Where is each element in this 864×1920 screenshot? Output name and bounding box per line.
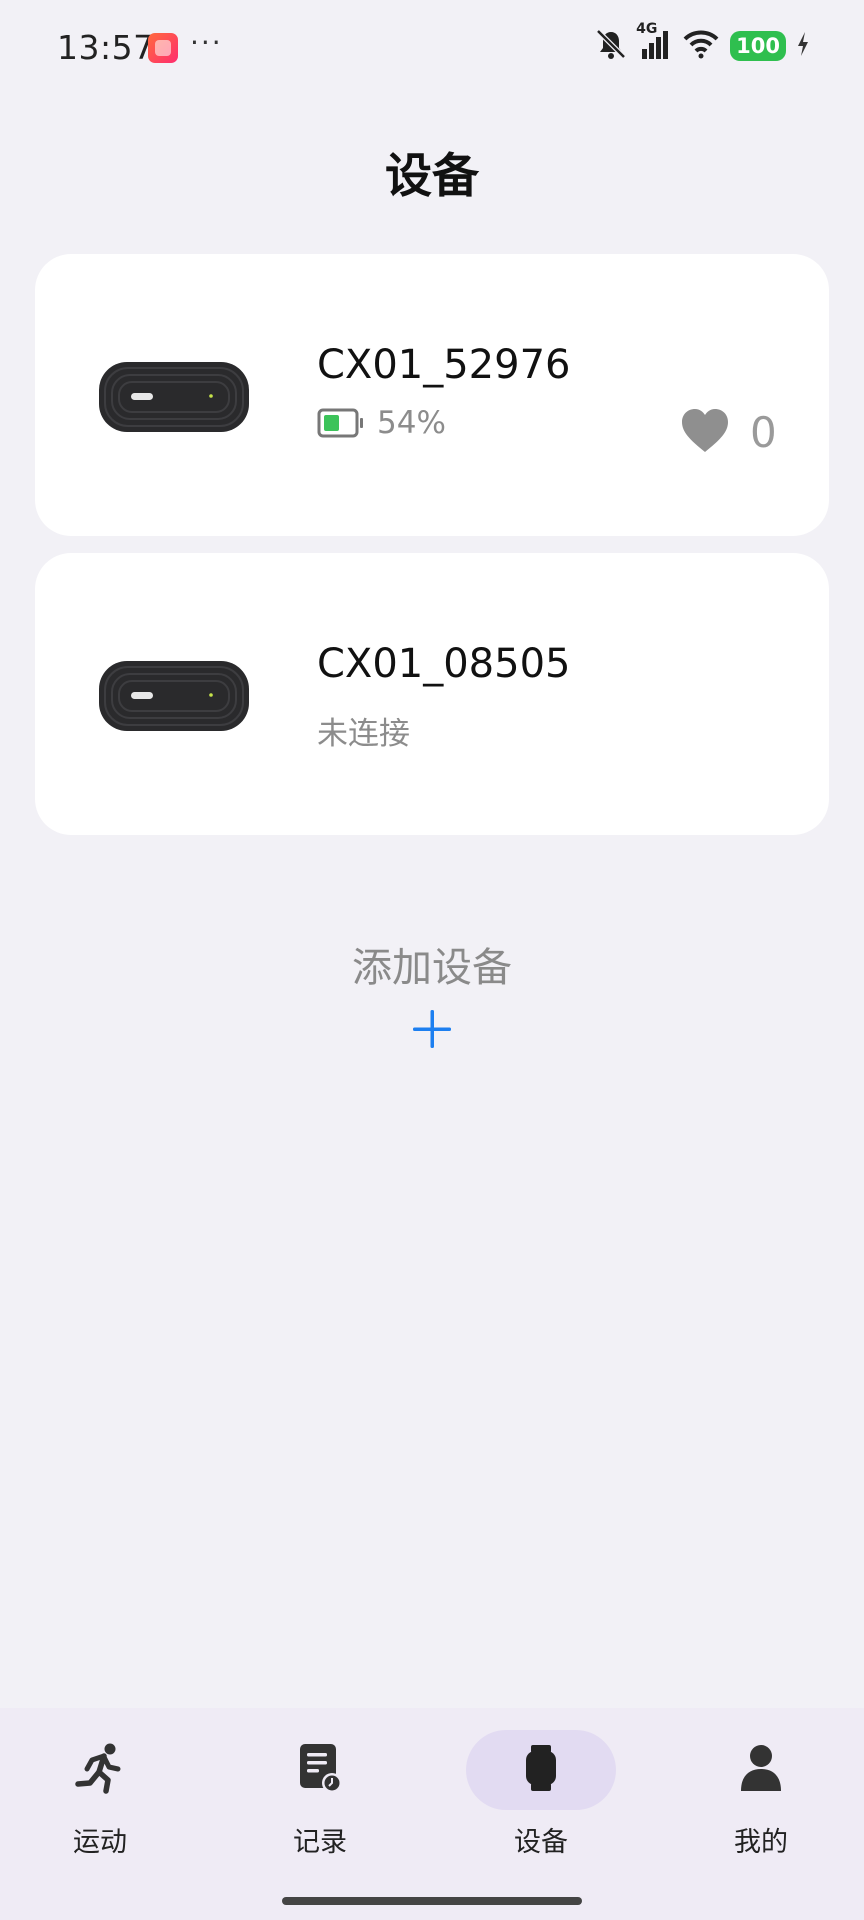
nav-item-sport[interactable]: 运动 — [25, 1730, 175, 1860]
device-battery: 54% — [317, 405, 446, 441]
running-icon — [74, 1742, 126, 1798]
mute-bell-icon — [594, 27, 628, 65]
battery-icon — [317, 408, 365, 438]
plus-icon[interactable] — [411, 1008, 453, 1050]
nav-item-mine[interactable]: 我的 — [686, 1730, 836, 1860]
heart-rate-value: 0 — [750, 408, 777, 457]
connection-status: 未连接 — [317, 716, 410, 752]
taobao-app-icon — [148, 33, 178, 63]
status-bar: 13:57 ··· 4G 100 — [0, 0, 864, 96]
device-image — [98, 660, 250, 732]
nav-item-devices[interactable]: 设备 — [466, 1730, 616, 1860]
person-icon — [739, 1743, 783, 1797]
nav-label: 运动 — [73, 1827, 127, 1858]
nav-item-records[interactable]: 记录 — [245, 1730, 395, 1860]
record-icon — [296, 1742, 344, 1798]
device-card[interactable]: CX01_08505 未连接 — [35, 553, 829, 835]
page-title: 设备 — [385, 149, 479, 204]
battery-percent: 54% — [377, 405, 446, 441]
more-notifications-icon: ··· — [190, 26, 223, 59]
device-image — [98, 361, 250, 433]
charging-icon — [796, 31, 810, 61]
battery-level: 100 — [730, 31, 786, 61]
home-indicator[interactable] — [282, 1897, 582, 1905]
watch-icon — [524, 1744, 558, 1796]
heart-icon — [680, 408, 730, 454]
device-card[interactable]: CX01_52976 54% 0 — [35, 254, 829, 536]
nav-label: 记录 — [293, 1827, 347, 1858]
network-type: 4G — [636, 21, 658, 37]
bottom-nav: 运动 记录 设备 我的 — [0, 1708, 864, 1920]
nav-label: 我的 — [734, 1827, 788, 1858]
cellular-signal-icon: 4G — [636, 21, 672, 65]
add-device-label[interactable]: 添加设备 — [0, 935, 864, 993]
device-name: CX01_52976 — [317, 342, 571, 388]
status-time: 13:57 — [57, 28, 155, 67]
status-icons: 4G 100 — [594, 21, 810, 65]
device-name: CX01_08505 — [317, 641, 571, 687]
nav-label: 设备 — [514, 1827, 568, 1858]
wifi-icon — [682, 28, 720, 64]
device-screen: 13:57 ··· 4G 100 设备 CX01_52976 54% 0 CX0… — [0, 0, 864, 1920]
